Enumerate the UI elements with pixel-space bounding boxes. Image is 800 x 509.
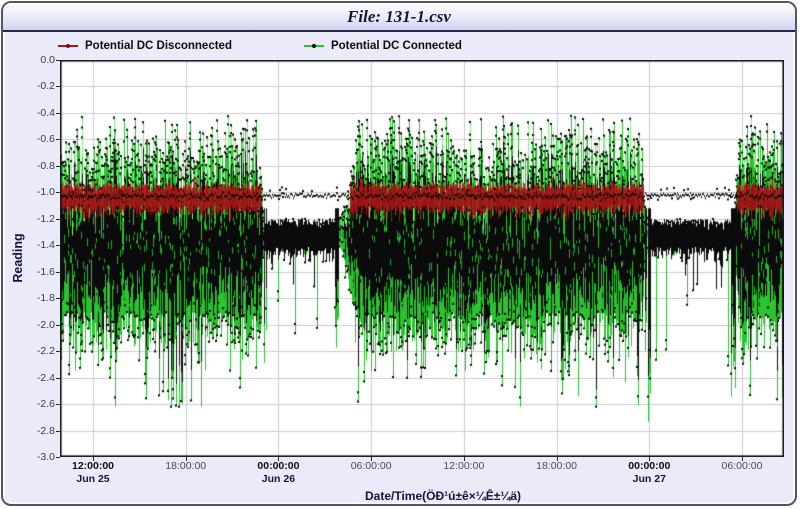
y-tick-label: -1.6 bbox=[7, 266, 55, 278]
y-tick-label: -0.8 bbox=[7, 160, 55, 172]
y-tick-mark bbox=[56, 245, 60, 246]
y-tick-label: -0.4 bbox=[7, 107, 55, 119]
x-tick-label: 18:00:00 bbox=[515, 460, 599, 472]
y-tick-mark bbox=[56, 457, 60, 458]
y-tick-mark bbox=[56, 351, 60, 352]
x-axis-title: Date/Time(ÖÐ¹ú±ê×¼Ê±¼ä) bbox=[365, 489, 521, 503]
y-tick-label: -3.0 bbox=[7, 451, 55, 463]
y-tick-mark bbox=[56, 86, 60, 87]
window-title: File: 131-1.csv bbox=[347, 7, 451, 27]
y-tick-label: -2.0 bbox=[7, 319, 55, 331]
chart-window: File: 131-1.csv Potential DC Disconnecte… bbox=[1, 1, 797, 506]
x-tick-label: 12:00:00 bbox=[422, 460, 506, 472]
y-tick-mark bbox=[56, 325, 60, 326]
y-tick-mark bbox=[56, 60, 60, 61]
y-tick-label: -2.6 bbox=[7, 398, 55, 410]
chart-canvas bbox=[60, 60, 784, 457]
green-line-marker-icon bbox=[304, 44, 324, 48]
plot-area bbox=[60, 60, 784, 457]
legend: Potential DC Disconnected Potential DC C… bbox=[58, 40, 462, 52]
y-tick-mark bbox=[56, 113, 60, 114]
y-tick-label: -1.4 bbox=[7, 239, 55, 251]
y-tick-mark bbox=[56, 166, 60, 167]
x-tick-date: Jun 27 bbox=[607, 473, 691, 485]
y-tick-mark bbox=[56, 298, 60, 299]
y-tick-mark bbox=[56, 272, 60, 273]
x-tick-label: 12:00:00 bbox=[51, 460, 135, 472]
y-tick-mark bbox=[56, 431, 60, 432]
x-tick-label: 18:00:00 bbox=[144, 460, 228, 472]
legend-label-connected: Potential DC Connected bbox=[331, 40, 462, 52]
legend-item-connected: Potential DC Connected bbox=[304, 40, 462, 52]
screenshot-root: File: 131-1.csv Potential DC Disconnecte… bbox=[0, 0, 800, 509]
y-tick-label: -2.8 bbox=[7, 425, 55, 437]
legend-label-disconnected: Potential DC Disconnected bbox=[85, 40, 232, 52]
y-tick-label: -0.2 bbox=[7, 80, 55, 92]
y-tick-label: -1.8 bbox=[7, 292, 55, 304]
x-tick-label: 00:00:00 bbox=[607, 460, 691, 472]
y-tick-mark bbox=[56, 139, 60, 140]
y-tick-label: -1.2 bbox=[7, 213, 55, 225]
y-tick-label: -0.6 bbox=[7, 133, 55, 145]
y-tick-label: -1.0 bbox=[7, 186, 55, 198]
legend-item-disconnected: Potential DC Disconnected bbox=[58, 40, 232, 52]
title-bar: File: 131-1.csv bbox=[3, 3, 795, 32]
y-tick-mark bbox=[56, 404, 60, 405]
y-tick-mark bbox=[56, 219, 60, 220]
x-tick-date: Jun 25 bbox=[51, 473, 135, 485]
y-tick-label: -2.4 bbox=[7, 372, 55, 384]
x-tick-label: 06:00:00 bbox=[700, 460, 784, 472]
y-tick-label: -2.2 bbox=[7, 345, 55, 357]
x-tick-label: 06:00:00 bbox=[329, 460, 413, 472]
y-tick-mark bbox=[56, 192, 60, 193]
red-line-marker-icon bbox=[58, 44, 78, 48]
y-tick-mark bbox=[56, 378, 60, 379]
x-tick-label: 00:00:00 bbox=[236, 460, 320, 472]
x-tick-date: Jun 26 bbox=[236, 473, 320, 485]
y-tick-label: 0.0 bbox=[7, 54, 55, 66]
